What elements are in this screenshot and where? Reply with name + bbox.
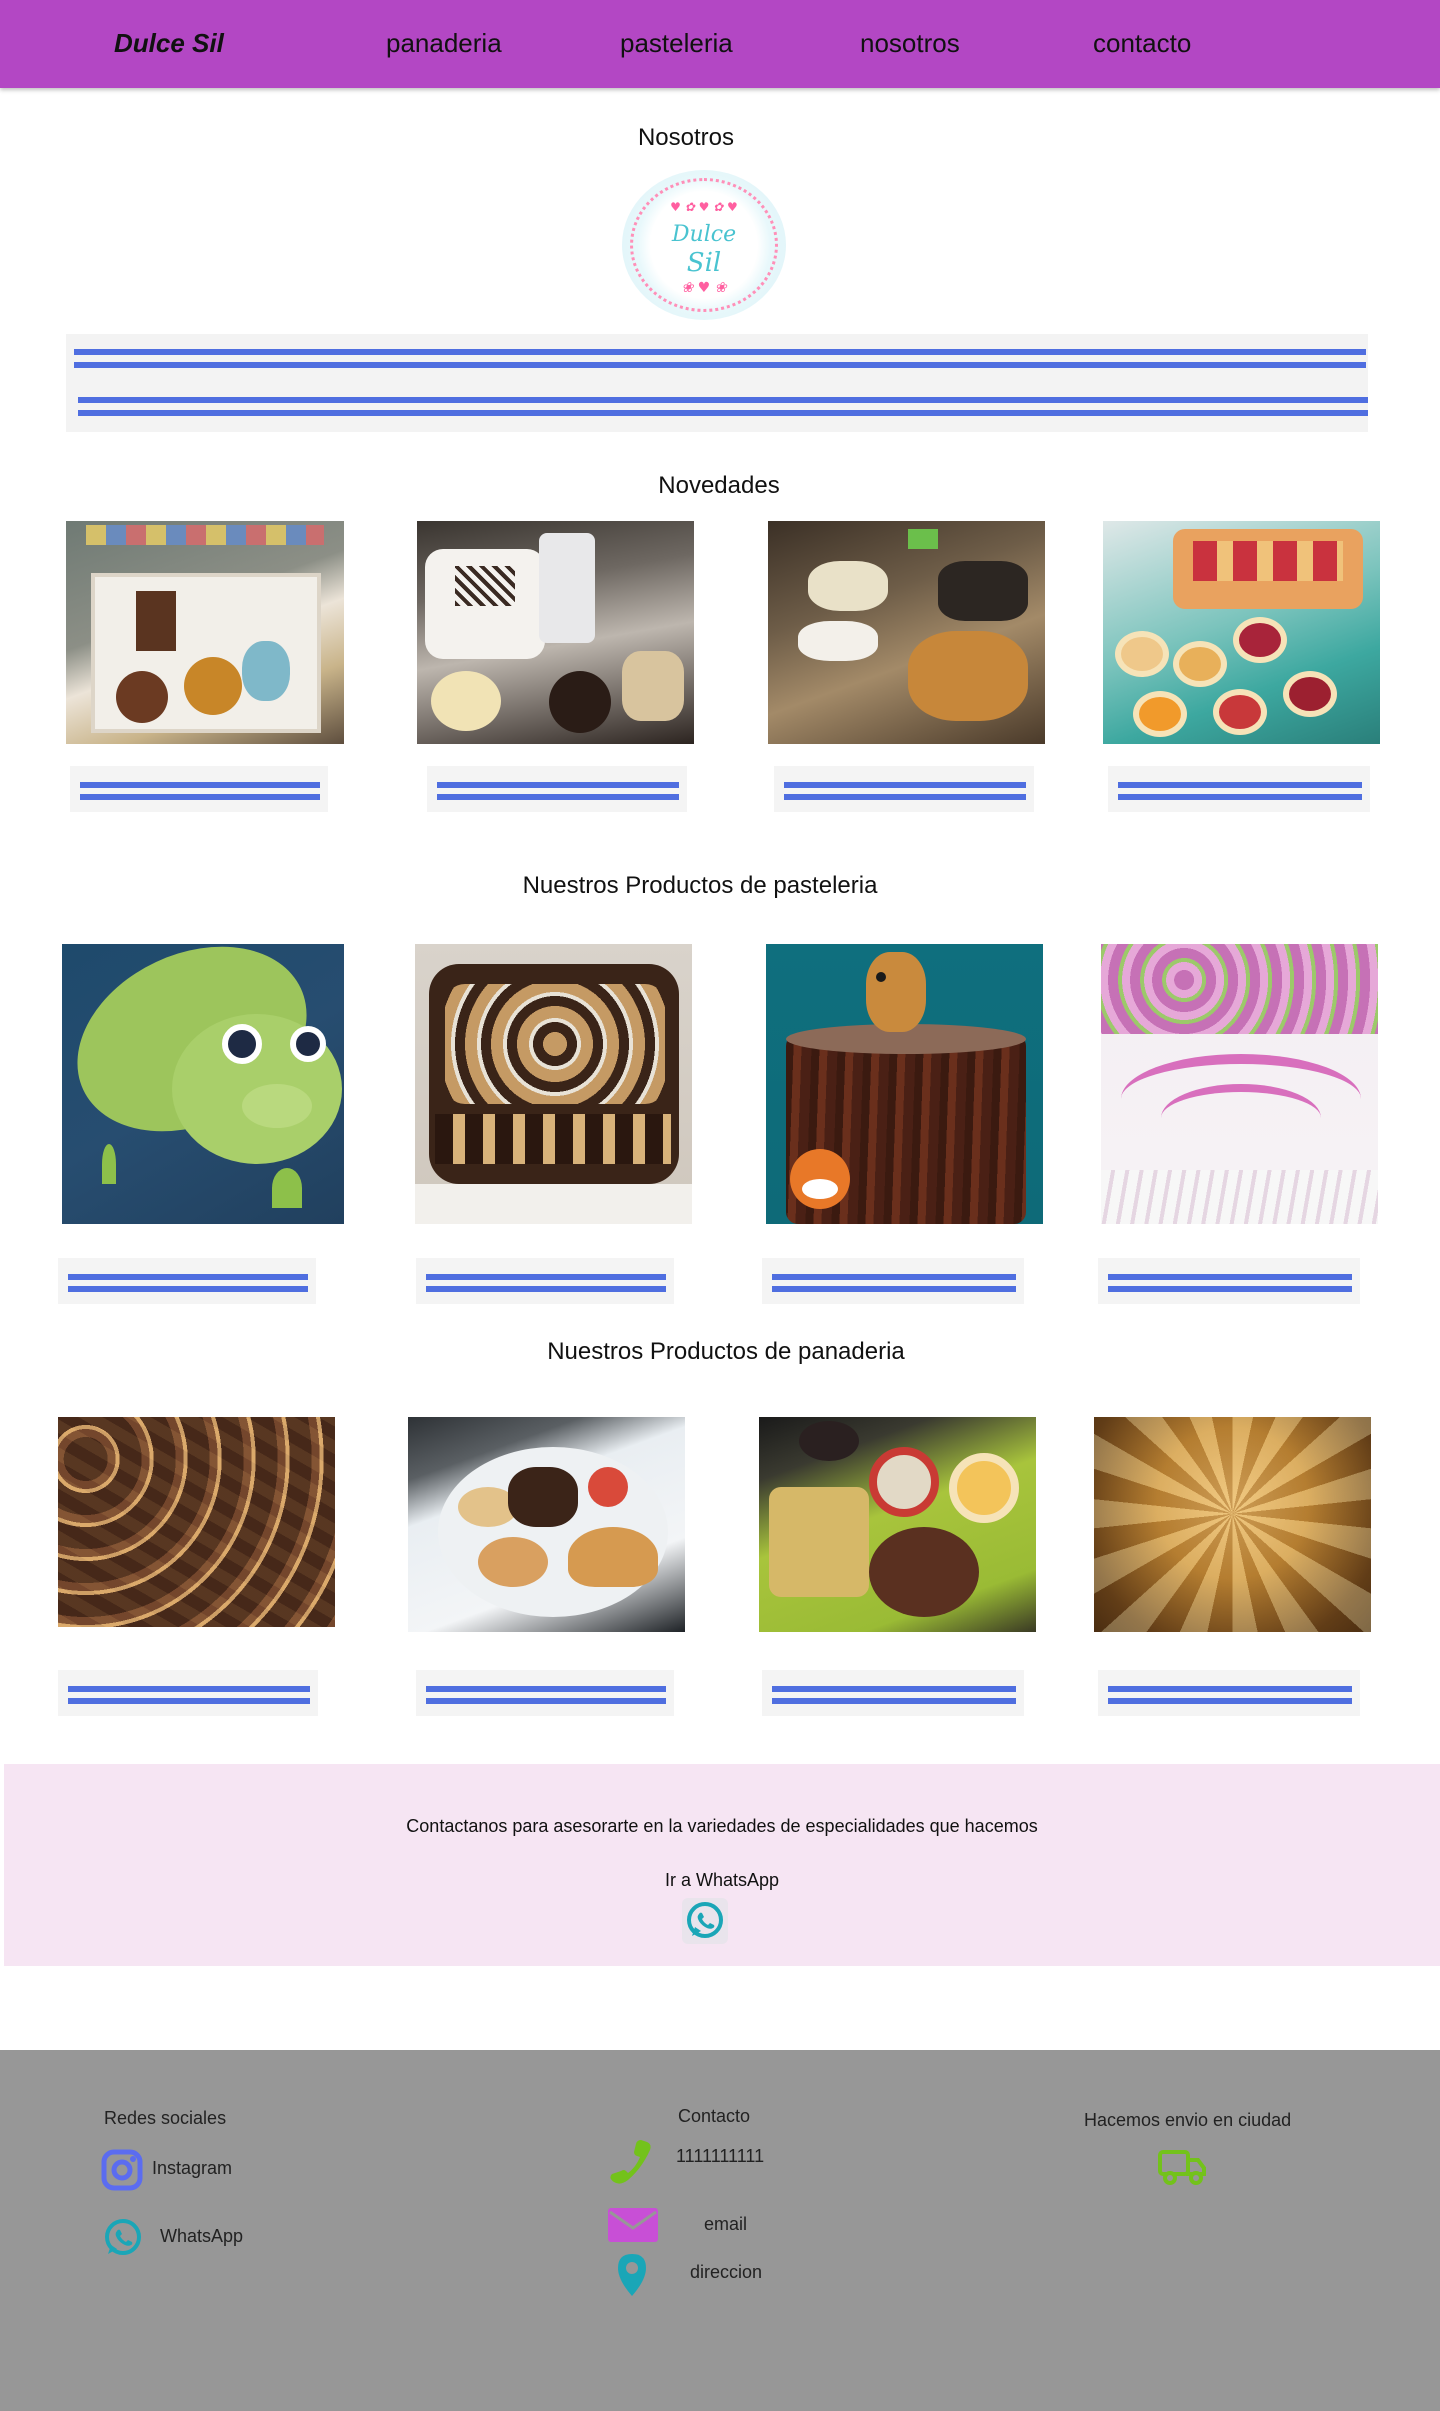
panaderia-image-1[interactable] bbox=[58, 1417, 335, 1627]
panaderia-caption-4 bbox=[1098, 1670, 1360, 1716]
nav-link-panaderia[interactable]: panaderia bbox=[386, 28, 502, 59]
pasteleria-image-2[interactable] bbox=[415, 944, 692, 1224]
email-text: email bbox=[704, 2214, 748, 2234]
novedades-title: Novedades bbox=[658, 472, 780, 499]
pasteleria-caption-1 bbox=[58, 1258, 316, 1304]
phone-number: 1111111111 bbox=[676, 2146, 765, 2166]
truck-icon bbox=[1156, 2144, 1208, 2188]
whatsapp-footer-link[interactable]: WhatsApp bbox=[160, 2226, 243, 2247]
logo-flowers: ❀ ♥ ❀ bbox=[681, 280, 727, 296]
pasteleria-caption-2 bbox=[416, 1258, 674, 1304]
logo-text-1: Dulce bbox=[671, 222, 737, 247]
nav-link-pasteleria[interactable]: pasteleria bbox=[620, 28, 733, 59]
nav-link-contacto[interactable]: contacto bbox=[1093, 28, 1191, 59]
novedad-caption-2 bbox=[427, 766, 687, 812]
navbar: Dulce Sil panaderia pasteleria nosotros … bbox=[0, 0, 1440, 88]
pasteleria-title: Nuestros Productos de pasteleria bbox=[522, 872, 878, 899]
panaderia-caption-2 bbox=[416, 1670, 674, 1716]
shipping-text: Hacemos envio en ciudad bbox=[1084, 2110, 1292, 2130]
panaderia-title: Nuestros Productos de panaderia bbox=[547, 1338, 905, 1365]
logo-hearts: ♥ ✿ ♥ ✿ ♥ bbox=[670, 200, 738, 214]
novedad-image-3[interactable] bbox=[768, 521, 1045, 744]
panaderia-image-4[interactable] bbox=[1094, 1417, 1371, 1632]
brand-logo[interactable]: Dulce Sil bbox=[114, 28, 224, 59]
panaderia-caption-3 bbox=[762, 1670, 1024, 1716]
about-text-placeholder bbox=[66, 334, 1368, 432]
novedad-caption-4 bbox=[1108, 766, 1370, 812]
pasteleria-image-1[interactable] bbox=[62, 944, 344, 1224]
location-icon[interactable] bbox=[612, 2250, 652, 2298]
pasteleria-caption-3 bbox=[762, 1258, 1024, 1304]
whatsapp-icon[interactable] bbox=[682, 1898, 728, 1944]
whatsapp-link[interactable]: Ir a WhatsApp bbox=[4, 1870, 1440, 1891]
footer: Redes sociales Instagram WhatsApp Contac… bbox=[0, 2050, 1440, 2411]
whatsapp-icon[interactable] bbox=[98, 2214, 146, 2262]
pasteleria-image-4[interactable] bbox=[1101, 944, 1378, 1224]
panaderia-caption-1 bbox=[58, 1670, 318, 1716]
pasteleria-image-3[interactable] bbox=[766, 944, 1043, 1224]
panaderia-image-3[interactable] bbox=[759, 1417, 1036, 1632]
social-title: Redes sociales bbox=[104, 2108, 227, 2128]
novedad-image-1[interactable] bbox=[66, 521, 344, 744]
novedad-caption-3 bbox=[774, 766, 1034, 812]
nav-link-nosotros[interactable]: nosotros bbox=[860, 28, 960, 59]
address-text: direccion bbox=[690, 2262, 763, 2282]
about-title: Nosotros bbox=[637, 124, 735, 151]
email-icon[interactable] bbox=[606, 2204, 660, 2246]
pasteleria-caption-4 bbox=[1098, 1258, 1360, 1304]
instagram-link[interactable]: Instagram bbox=[152, 2158, 232, 2179]
brand-logo-image: ♥ ✿ ♥ ✿ ♥ Dulce Sil ❀ ♥ ❀ bbox=[622, 170, 786, 320]
contact-title: Contacto bbox=[678, 2106, 751, 2126]
contact-text: Contactanos para asesorarte en la varied… bbox=[406, 1816, 1038, 1836]
novedad-image-4[interactable] bbox=[1103, 521, 1380, 744]
novedad-caption-1 bbox=[70, 766, 328, 812]
logo-text-2: Sil bbox=[686, 248, 722, 278]
novedad-image-2[interactable] bbox=[417, 521, 694, 744]
panaderia-image-2[interactable] bbox=[408, 1417, 685, 1632]
phone-icon[interactable] bbox=[600, 2134, 660, 2190]
instagram-icon[interactable] bbox=[98, 2146, 146, 2194]
contact-banner: Contactanos para asesorarte en la varied… bbox=[4, 1764, 1440, 1966]
